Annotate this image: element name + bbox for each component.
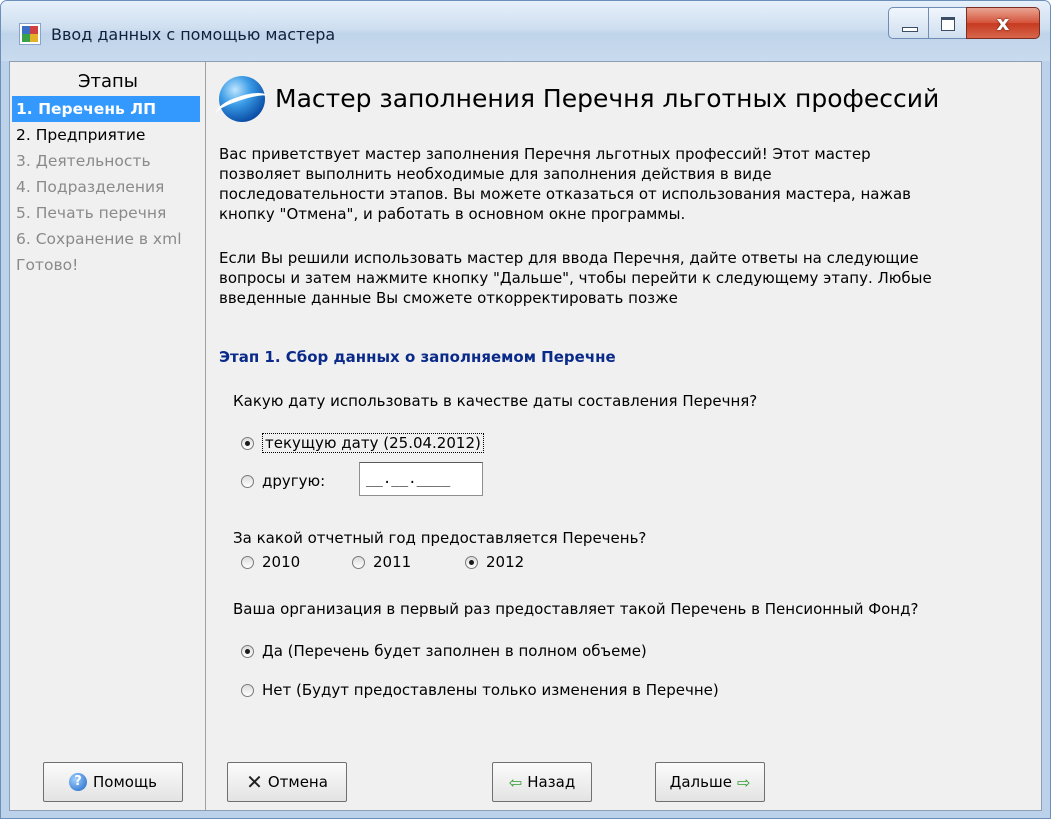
steps-heading: Этапы [77,71,139,92]
stage-title: Этап 1. Сбор данных о заполняемом Перечн… [219,348,616,366]
page-title: Мастер заполнения Перечня льготных профе… [275,84,940,113]
back-button-label: Назад [527,773,576,791]
minimize-icon [902,27,918,32]
radio-icon-checked[interactable] [241,436,254,450]
help-icon: ? [69,773,88,791]
close-x-icon: ✕ [246,770,263,794]
radio-icon[interactable] [241,474,254,488]
wizard-main-panel: Мастер заполнения Перечня льготных профе… [207,62,1041,810]
title-bar[interactable]: Ввод данных с помощью мастера x [1,1,1050,61]
steps-list: 1. Перечень ЛП 2. Предприятие 3. Деятель… [10,96,206,278]
radio-icon[interactable] [352,555,365,569]
globe-logo-icon [213,76,271,122]
step-item: 6. Сохранение в xml [16,230,182,248]
radio-other-date[interactable]: другую: [241,472,325,490]
radio-icon-checked[interactable] [241,644,254,658]
radio-icon-checked[interactable] [465,555,478,569]
step-item: Готово! [16,256,79,274]
app-icon [19,23,41,45]
wizard-client-area: Этапы 1. Перечень ЛП 2. Предприятие 3. Д… [9,61,1042,811]
radio-other-date-label: другую: [262,472,326,490]
radio-icon[interactable] [241,555,254,569]
maximize-button[interactable] [928,7,966,39]
date-input[interactable] [359,462,483,496]
first-time-question: Ваша организация в первый раз предоставл… [233,600,919,618]
radio-year-2010[interactable]: 2010 [241,553,300,571]
year-question: За какой отчетный год предоставляется Пе… [233,529,647,547]
back-button[interactable]: ⇦ Назад [492,762,592,802]
radio-yes[interactable]: Да (Перечень будет заполнен в полном объ… [241,642,647,660]
help-button[interactable]: ? Помощь [43,762,183,802]
radio-current-date[interactable]: текущую дату (25.04.2012) [241,433,484,453]
date-question: Какую дату использовать в качестве даты … [233,392,758,410]
close-button[interactable]: x [966,7,1040,39]
intro-paragraph-2: Если Вы решили использовать мастер для в… [219,249,932,307]
wizard-window: Ввод данных с помощью мастера x Этапы 1.… [0,0,1051,819]
minimize-button[interactable] [888,7,928,39]
radio-year-2011[interactable]: 2011 [352,553,411,571]
intro-paragraph-1: Вас приветствует мастер заполнения Переч… [219,145,911,223]
radio-year-label: 2012 [486,553,525,571]
next-button-label: Дальше [669,773,732,791]
radio-no-label: Нет (Будут предоставлены только изменени… [262,681,719,699]
arrow-right-icon: ⇨ [736,772,751,792]
radio-year-2012[interactable]: 2012 [465,553,524,571]
step-item: 3. Деятельность [16,152,151,170]
arrow-left-icon: ⇦ [508,772,523,792]
maximize-icon [941,17,955,31]
step-item[interactable]: 1. Перечень ЛП [12,96,200,122]
window-title: Ввод данных с помощью мастера [51,25,336,44]
radio-yes-label: Да (Перечень будет заполнен в полном объ… [262,642,647,660]
window-controls: x [888,7,1040,41]
cancel-button[interactable]: ✕ Отмена [227,762,347,802]
steps-sidebar: Этапы 1. Перечень ЛП 2. Предприятие 3. Д… [10,62,206,810]
step-item[interactable]: 2. Предприятие [10,122,206,148]
close-icon: x [996,11,1010,35]
step-item: 4. Подразделения [16,178,165,196]
radio-year-label: 2010 [262,553,301,571]
radio-icon[interactable] [241,683,254,697]
cancel-button-label: Отмена [267,773,328,791]
step-item: 5. Печать перечня [16,204,167,222]
radio-no[interactable]: Нет (Будут предоставлены только изменени… [241,681,719,699]
next-button[interactable]: Дальше ⇨ [655,762,765,802]
help-button-label: Помощь [93,773,157,791]
radio-year-label: 2011 [373,553,412,571]
radio-current-date-label: текущую дату (25.04.2012) [262,433,484,453]
